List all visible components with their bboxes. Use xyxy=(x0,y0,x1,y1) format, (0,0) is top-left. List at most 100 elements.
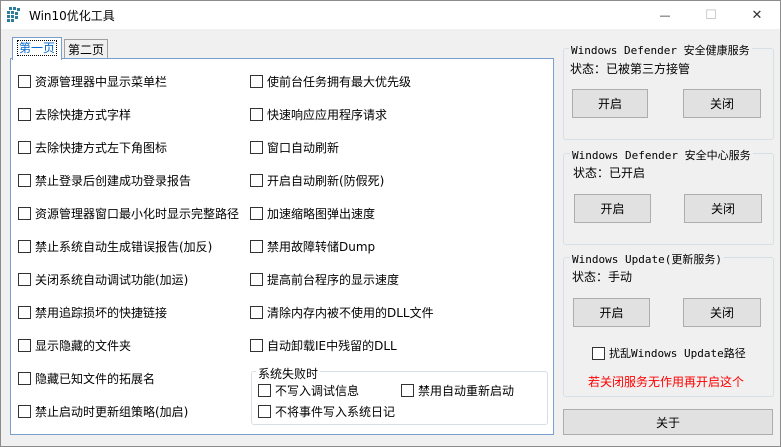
option-no-debug-info[interactable]: 不写入调试信息 xyxy=(258,382,359,398)
option-label: 隐藏已知文件的拓展名 xyxy=(35,371,156,386)
app-icon xyxy=(7,7,20,22)
option-label: 自动卸载IE中残留的DLL xyxy=(267,338,397,353)
defender-center-start-button[interactable]: 开启 xyxy=(574,194,651,223)
windows-update-stop-button[interactable]: 关闭 xyxy=(683,298,761,327)
checkbox[interactable] xyxy=(250,338,263,352)
checkbox[interactable] xyxy=(250,206,263,220)
checkbox[interactable] xyxy=(258,404,271,418)
option-remove-shortcut-arrow[interactable]: 去除快捷方式左下角图标 xyxy=(18,139,167,155)
defender-health-stop-button[interactable]: 关闭 xyxy=(683,89,761,118)
app-window: Win10优化工具 — ☐ ✕ 第一页 第二页 资源管理器中显示菜单栏 去除快捷… xyxy=(0,0,781,447)
defender-health-title: Windows Defender 安全健康服务 xyxy=(569,42,752,58)
option-label: 关闭系统自动调试功能(加运) xyxy=(35,272,189,287)
checkbox[interactable] xyxy=(250,74,263,88)
defender-center-stop-button[interactable]: 关闭 xyxy=(684,194,762,223)
checkbox[interactable] xyxy=(18,272,31,286)
checkbox[interactable] xyxy=(258,383,271,397)
minimize-button[interactable]: — xyxy=(642,1,688,29)
option-label: 扰乱Windows Update路径 xyxy=(609,347,746,360)
checkbox[interactable] xyxy=(18,140,31,154)
option-window-auto-refresh[interactable]: 窗口自动刷新 xyxy=(250,139,339,155)
option-label: 禁用追踪损坏的快捷链接 xyxy=(35,305,168,320)
option-foreground-display-speed[interactable]: 提高前台程序的显示速度 xyxy=(250,271,399,287)
checkbox[interactable] xyxy=(18,107,31,121)
maximize-button[interactable]: ☐ xyxy=(688,1,734,29)
option-disable-error-report[interactable]: 禁止系统自动生成错误报告(加反) xyxy=(18,238,212,254)
option-hide-extensions[interactable]: 隐藏已知文件的拓展名 xyxy=(18,370,155,386)
checkbox[interactable] xyxy=(18,74,31,88)
system-failure-title: 系统失败时 xyxy=(256,365,321,382)
option-no-event-log[interactable]: 不将事件写入系统日记 xyxy=(258,403,395,419)
option-clear-unused-dll[interactable]: 清除内存内被不使用的DLL文件 xyxy=(250,304,434,320)
option-fast-app-response[interactable]: 快速响应应用程序请求 xyxy=(250,106,387,122)
tab-page-2[interactable]: 第二页 xyxy=(64,39,109,60)
checkbox[interactable] xyxy=(18,338,31,352)
checkbox[interactable] xyxy=(401,383,414,397)
defender-center-title: Windows Defender 安全中心服务 xyxy=(570,147,753,163)
checkbox[interactable] xyxy=(18,371,31,385)
checkbox[interactable] xyxy=(250,305,263,319)
defender-center-status: 状态：已开启 xyxy=(573,166,646,180)
option-disable-auto-debug[interactable]: 关闭系统自动调试功能(加运) xyxy=(18,271,188,287)
checkbox[interactable] xyxy=(250,272,263,286)
option-label: 资源管理器窗口最小化时显示完整路径 xyxy=(35,206,240,221)
option-label: 清除内存内被不使用的DLL文件 xyxy=(267,305,434,320)
option-unload-ie-dll[interactable]: 自动卸载IE中残留的DLL xyxy=(250,337,397,353)
option-label: 加速缩略图弹出速度 xyxy=(267,206,376,221)
button-label: 开启 xyxy=(597,97,622,111)
about-button[interactable]: 关于 xyxy=(563,409,773,435)
tab-page-1-label: 第一页 xyxy=(17,40,58,56)
windows-update-start-button[interactable]: 开启 xyxy=(573,298,650,327)
title-bar[interactable]: Win10优化工具 — ☐ ✕ xyxy=(1,1,780,29)
option-label: 提高前台程序的显示速度 xyxy=(267,272,400,287)
button-label: 开启 xyxy=(600,202,625,216)
option-disable-auto-restart[interactable]: 禁用自动重新启动 xyxy=(401,382,514,398)
maximize-icon: ☐ xyxy=(705,7,717,23)
option-remove-shortcut-text[interactable]: 去除快捷方式字样 xyxy=(18,106,131,122)
option-label: 快速响应应用程序请求 xyxy=(267,107,388,122)
option-label: 禁止启动时更新组策略(加启) xyxy=(35,404,189,419)
option-show-hidden-folders[interactable]: 显示隐藏的文件夹 xyxy=(18,337,131,353)
option-disable-dump[interactable]: 禁用故障转储Dump xyxy=(250,238,375,254)
checkbox[interactable] xyxy=(250,173,263,187)
windows-update-warning: 若关闭服务无作用再开启这个 xyxy=(588,375,745,389)
checkbox[interactable] xyxy=(18,305,31,319)
option-label: 不写入调试信息 xyxy=(275,383,360,398)
option-fast-thumbnails[interactable]: 加速缩略图弹出速度 xyxy=(250,205,375,221)
checkbox[interactable] xyxy=(18,206,31,220)
button-label: 关闭 xyxy=(709,306,734,320)
checkbox[interactable] xyxy=(18,239,31,253)
option-label: 禁止系统自动生成错误报告(加反) xyxy=(35,239,213,254)
checkbox[interactable] xyxy=(250,239,263,253)
option-disable-login-report[interactable]: 禁止登录后创建成功登录报告 xyxy=(18,172,191,188)
tab-page-1[interactable]: 第一页 xyxy=(12,37,63,60)
option-foreground-priority[interactable]: 使前台任务拥有最大优先级 xyxy=(250,73,411,89)
checkbox[interactable] xyxy=(18,173,31,187)
option-label: 窗口自动刷新 xyxy=(267,140,340,155)
option-show-menubar[interactable]: 资源管理器中显示菜单栏 xyxy=(18,73,167,89)
windows-update-title: Windows Update(更新服务) xyxy=(570,251,724,267)
option-disable-gp-update[interactable]: 禁止启动时更新组策略(加启) xyxy=(18,403,188,419)
button-label: 开启 xyxy=(599,306,624,320)
option-label: 使前台任务拥有最大优先级 xyxy=(267,74,412,89)
option-label: 去除快捷方式字样 xyxy=(35,107,132,122)
option-label: 去除快捷方式左下角图标 xyxy=(35,140,168,155)
option-auto-refresh-anti-freeze[interactable]: 开启自动刷新(防假死) xyxy=(250,172,384,188)
defender-health-start-button[interactable]: 开启 xyxy=(572,89,648,118)
tab-page-2-label: 第二页 xyxy=(68,43,105,57)
option-show-full-path[interactable]: 资源管理器窗口最小化时显示完整路径 xyxy=(18,205,239,221)
option-label: 不将事件写入系统日记 xyxy=(275,404,396,419)
checkbox[interactable] xyxy=(250,107,263,121)
checkbox[interactable] xyxy=(250,140,263,154)
option-disable-link-tracking[interactable]: 禁用追踪损坏的快捷链接 xyxy=(18,304,167,320)
close-button[interactable]: ✕ xyxy=(734,1,780,29)
defender-health-status: 状态：已被第三方接管 xyxy=(570,62,691,76)
option-scramble-update-path[interactable]: 扰乱Windows Update路径 xyxy=(592,345,746,361)
minimize-icon: — xyxy=(659,8,671,22)
button-label: 关闭 xyxy=(710,202,735,216)
checkbox[interactable] xyxy=(592,346,605,360)
close-icon: ✕ xyxy=(751,7,763,23)
button-label: 关闭 xyxy=(709,97,734,111)
checkbox[interactable] xyxy=(18,404,31,418)
option-label: 资源管理器中显示菜单栏 xyxy=(35,74,168,89)
